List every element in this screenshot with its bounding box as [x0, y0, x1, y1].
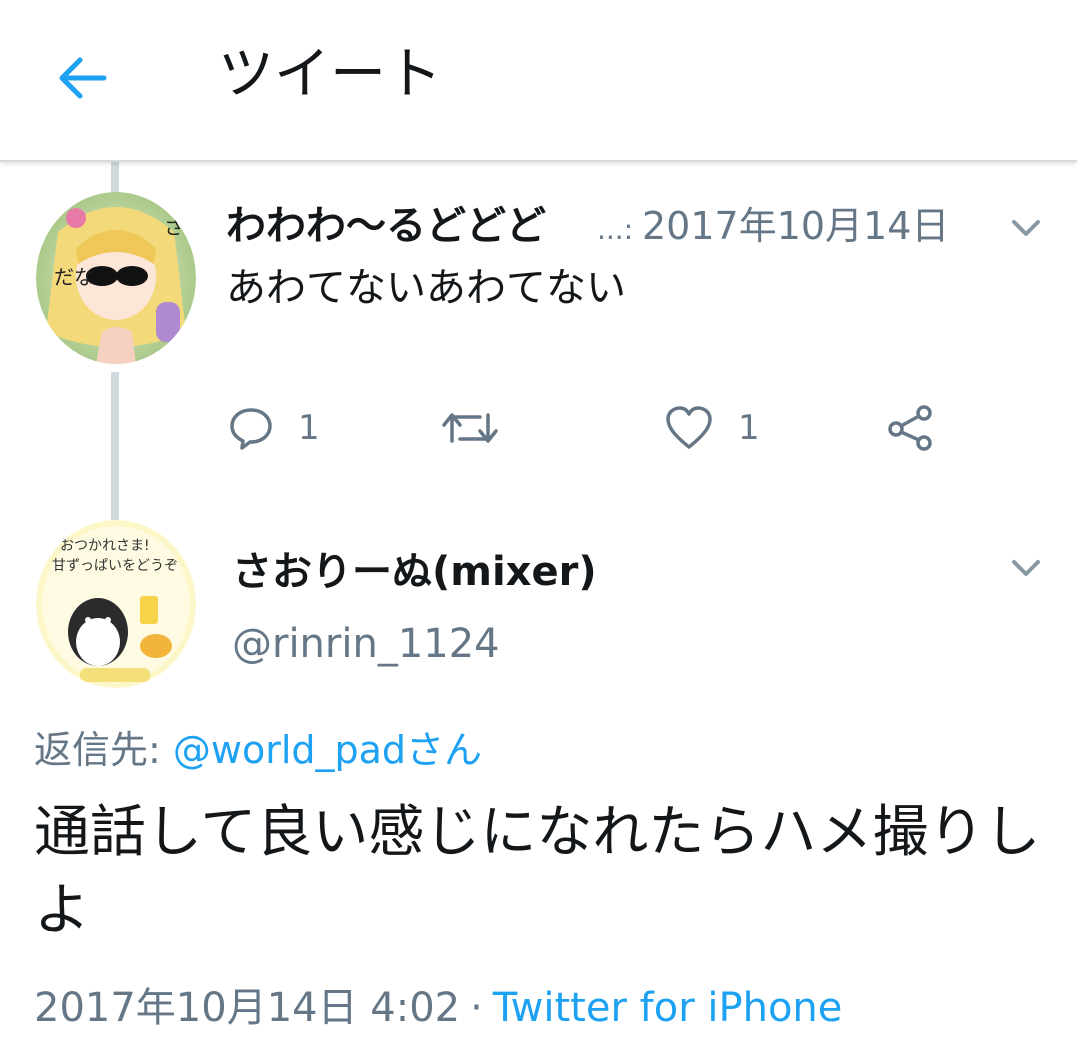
retweet-icon: [442, 413, 498, 443]
svg-text:おつかれさま!: おつかれさま!: [60, 538, 150, 554]
like-button[interactable]: 1: [664, 400, 760, 456]
tweet-timestamp: 2017年10月14日 4:02: [34, 985, 461, 1031]
tweet-text: あわてないあわてない: [226, 265, 626, 311]
reply-to-line: 返信先: @world_padさん: [34, 722, 482, 778]
arrow-left-icon: [59, 57, 107, 99]
like-count: 1: [738, 408, 760, 448]
tweet-source-link[interactable]: Twitter for iPhone: [493, 985, 843, 1031]
meta-separator: ·: [470, 985, 483, 1031]
share-button[interactable]: [884, 400, 940, 456]
svg-text:さて: さて: [164, 215, 196, 239]
share-icon: [888, 405, 932, 451]
reply-button[interactable]: 1: [228, 400, 320, 456]
tweet-meta: 2017年10月14日 4:02 · Twitter for iPhone: [34, 978, 842, 1038]
tweet-menu-button[interactable]: [1006, 212, 1046, 242]
thread-line: [111, 162, 119, 194]
tweet-text: 通話して良い感じになれたらハメ撮りしよ: [34, 800, 1041, 943]
avatar[interactable]: おつかれさま! 甘ずっぱいをどうぞ: [36, 520, 196, 688]
back-button[interactable]: [54, 50, 110, 106]
page-title: ツイート: [218, 42, 442, 107]
tweet-date[interactable]: 2017年10月14日: [642, 198, 949, 254]
display-name[interactable]: わわわ〜るどどど: [226, 198, 546, 254]
tweet-menu-button[interactable]: [1006, 552, 1046, 582]
display-name[interactable]: さおりーぬ(mixer): [232, 544, 597, 600]
reply-count: 1: [298, 408, 320, 448]
chevron-down-icon: [1012, 220, 1040, 236]
reply-to-label: 返信先:: [34, 728, 173, 772]
thread-line: [111, 372, 119, 520]
top-app-bar: ツイート: [0, 0, 1077, 162]
handle-truncated: ...:: [597, 213, 634, 246]
retweet-button[interactable]: [440, 400, 500, 456]
chevron-down-icon: [1012, 560, 1040, 576]
avatar[interactable]: さて だな: [36, 192, 196, 364]
reply-icon: [230, 408, 272, 450]
reply-to-mention[interactable]: @world_padさん: [173, 728, 482, 772]
user-handle[interactable]: @rinrin_1124: [232, 616, 500, 672]
svg-text:だな: だな: [54, 265, 94, 289]
svg-text:甘ずっぱいをどうぞ: 甘ずっぱいをどうぞ: [52, 558, 178, 574]
heart-icon: [666, 406, 712, 449]
